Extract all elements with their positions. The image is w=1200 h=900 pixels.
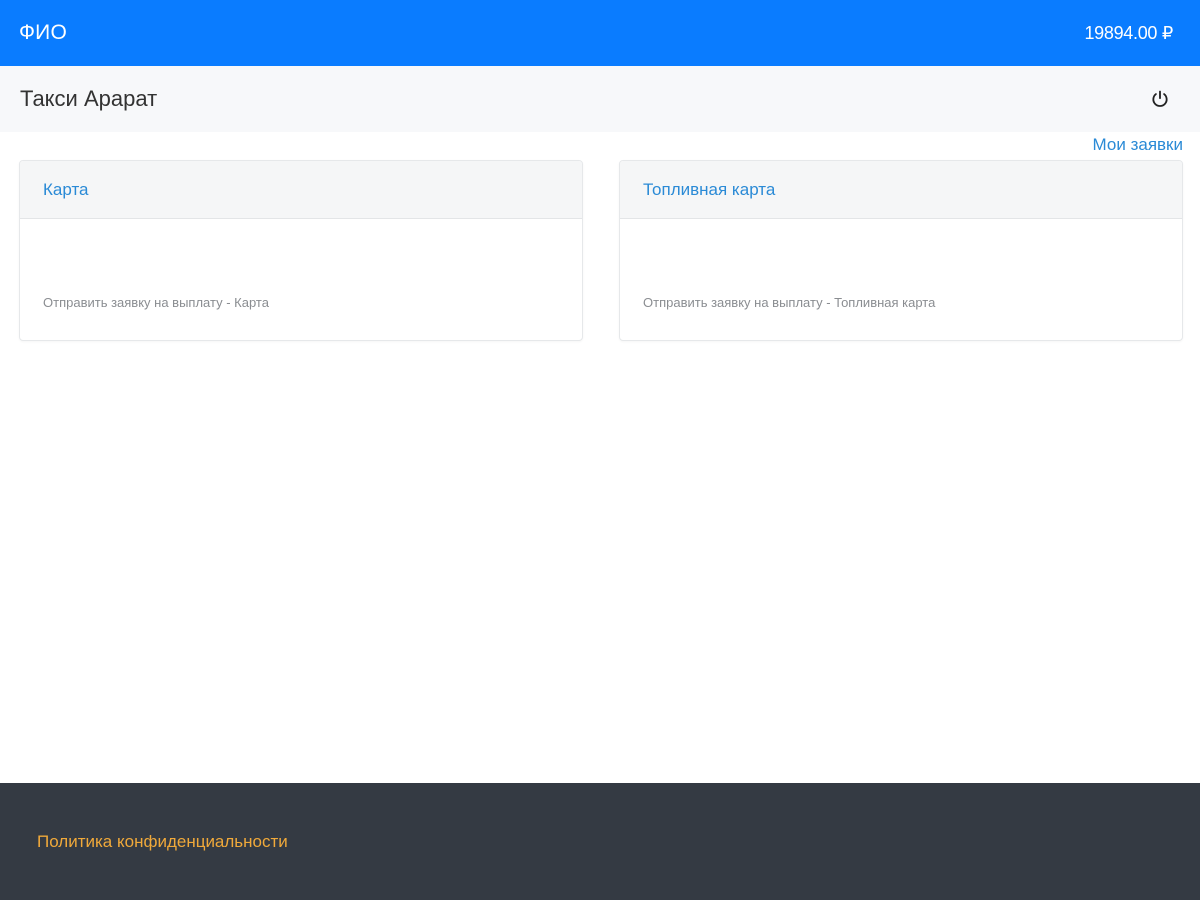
card-body: Отправить заявку на выплату - Карта bbox=[20, 219, 582, 340]
company-bar: Такси Арарат bbox=[0, 66, 1200, 132]
my-requests-link[interactable]: Мои заявки bbox=[1093, 135, 1183, 155]
page: ФИО 19894.00 ₽ Такси Арарат Мои заявки К… bbox=[0, 0, 1200, 900]
card-body: Отправить заявку на выплату - Топливная … bbox=[620, 219, 1182, 340]
card-description: Отправить заявку на выплату - Топливная … bbox=[643, 295, 936, 310]
user-name: ФИО bbox=[19, 21, 67, 44]
logout-button[interactable] bbox=[1148, 87, 1172, 111]
balance: 19894.00 ₽ bbox=[1084, 22, 1173, 43]
privacy-policy-link[interactable]: Политика конфиденциальности bbox=[37, 832, 288, 852]
power-icon bbox=[1152, 90, 1168, 107]
company-name: Такси Арарат bbox=[20, 86, 158, 111]
card-header: Топливная карта bbox=[620, 161, 1182, 219]
top-bar: ФИО 19894.00 ₽ bbox=[0, 0, 1200, 66]
footer: Политика конфиденциальности bbox=[0, 783, 1200, 900]
card-description: Отправить заявку на выплату - Карта bbox=[43, 295, 269, 310]
card-header: Карта bbox=[20, 161, 582, 219]
card-title[interactable]: Топливная карта bbox=[643, 180, 775, 200]
card-title[interactable]: Карта bbox=[43, 180, 89, 200]
payout-card[interactable]: Карта Отправить заявку на выплату - Карт… bbox=[19, 160, 583, 341]
fuel-card-payout[interactable]: Топливная карта Отправить заявку на выпл… bbox=[619, 160, 1183, 341]
